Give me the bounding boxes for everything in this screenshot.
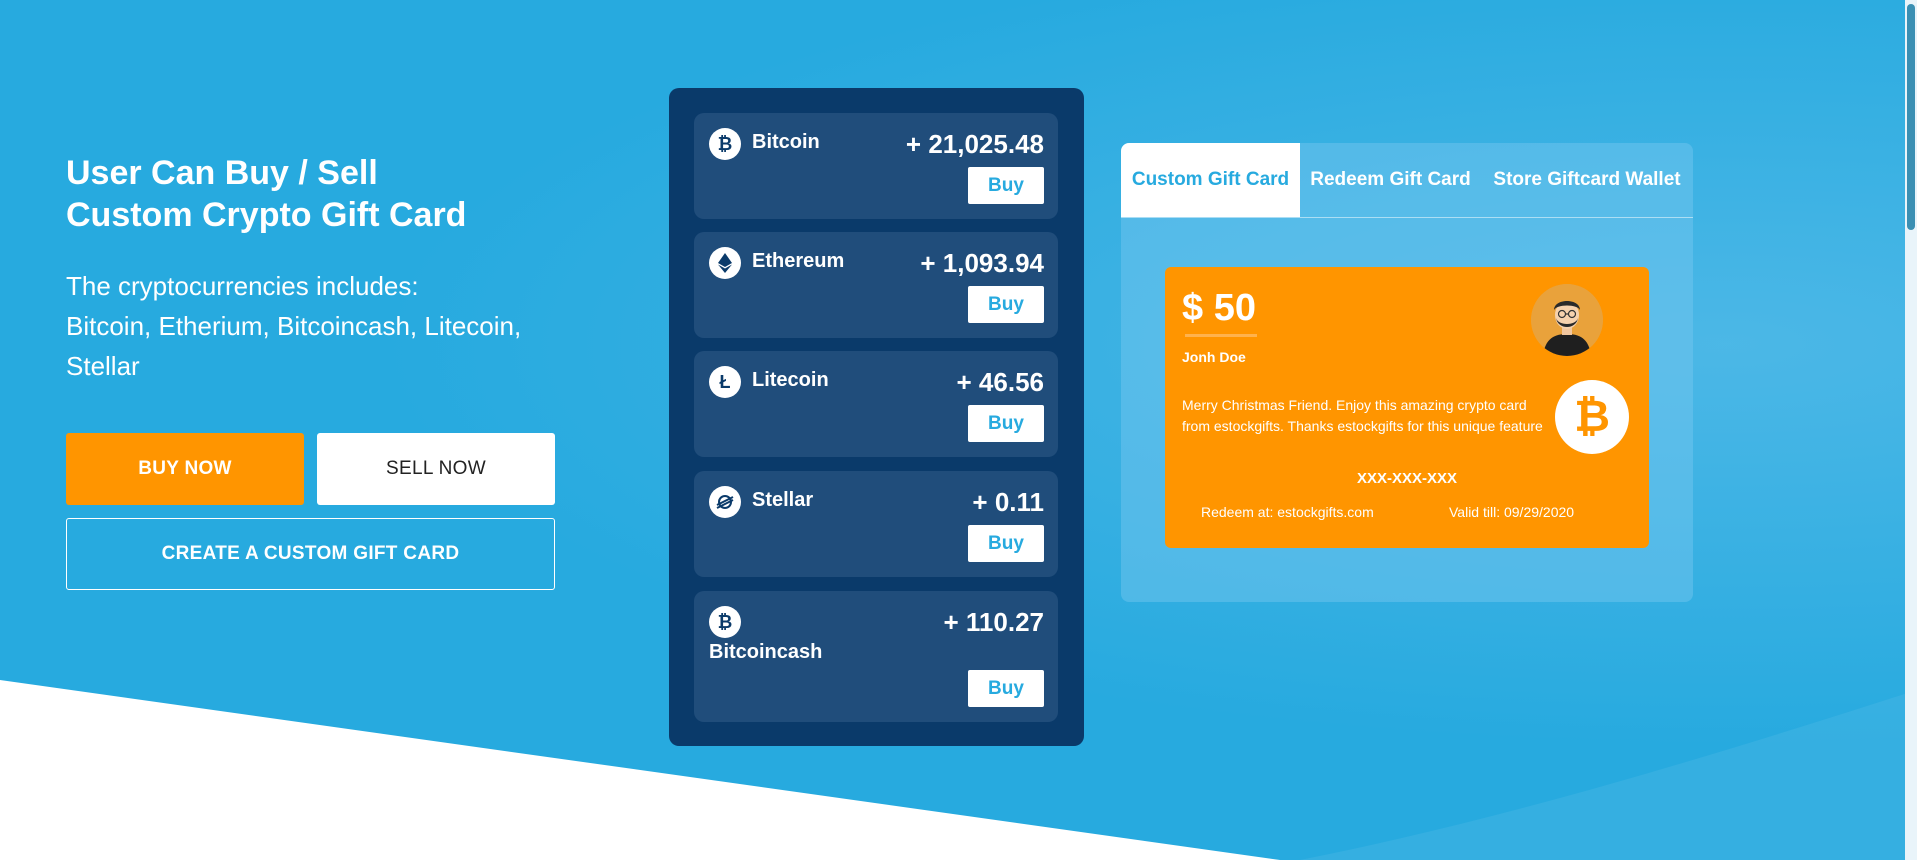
tab-redeem-gift-card[interactable]: Redeem Gift Card (1300, 143, 1481, 217)
amount-underline (1185, 334, 1257, 337)
sell-now-button[interactable]: SELL NOW (317, 433, 555, 505)
create-custom-gift-card-button[interactable]: CREATE A CUSTOM GIFT CARD (66, 518, 555, 590)
buy-stellar-button[interactable]: Buy (968, 525, 1044, 562)
coin-value: + 21,025.48 (905, 129, 1044, 159)
stellar-icon (709, 486, 741, 518)
coin-card-bitcoin: ₿ Bitcoin + 21,025.48 Buy (694, 113, 1058, 219)
gift-card-amount: $ 50 (1182, 287, 1256, 329)
tab-custom-gift-card[interactable]: Custom Gift Card (1121, 143, 1300, 217)
litecoin-icon: Ł (709, 366, 741, 398)
coin-value: + 1,093.94 (920, 248, 1044, 278)
coin-name: Litecoin (752, 369, 829, 391)
hero-text: User Can Buy / Sell Custom Crypto Gift C… (66, 152, 566, 386)
coin-name: Stellar (752, 489, 814, 511)
coin-value: + 46.56 (956, 367, 1044, 397)
coin-name: Bitcoincash (709, 641, 823, 663)
coin-card-stellar: Stellar + 0.11 Buy (694, 471, 1058, 577)
bitcoin-badge-icon: ₿ (1555, 380, 1629, 454)
ethereum-icon (709, 247, 741, 279)
gift-card-holder: Jonh Doe (1182, 349, 1246, 365)
bitcoin-icon: ₿ (709, 128, 741, 160)
scrollbar[interactable] (1905, 0, 1917, 860)
coin-card-litecoin: Ł Litecoin + 46.56 Buy (694, 351, 1058, 457)
crypto-price-panel: ₿ Bitcoin + 21,025.48 Buy Ethereum + 1,0… (669, 88, 1084, 746)
tab-store-giftcard-wallet[interactable]: Store Giftcard Wallet (1481, 143, 1693, 217)
coin-value: + 110.27 (943, 607, 1045, 637)
buy-ethereum-button[interactable]: Buy (968, 286, 1044, 323)
gift-card-preview: $ 50 Jonh Doe Merry Christmas Friend. En… (1165, 267, 1649, 548)
gift-card-message: Merry Christmas Friend. Enjoy this amazi… (1182, 397, 1543, 434)
hero-title: User Can Buy / Sell Custom Crypto Gift C… (66, 154, 467, 234)
buy-bitcoin-button[interactable]: Buy (968, 167, 1044, 204)
coin-value: + 0.11 (972, 487, 1044, 517)
buy-bitcoincash-button[interactable]: Buy (968, 670, 1044, 707)
gift-card-redeem-info: Redeem at: estockgifts.com (1201, 504, 1374, 520)
hero-subtitle: The cryptocurrencies includes: Bitcoin, … (66, 271, 522, 381)
coin-name: Bitcoin (752, 131, 820, 153)
scrollbar-thumb[interactable] (1907, 4, 1915, 230)
coin-name: Ethereum (752, 250, 845, 272)
buy-now-button[interactable]: BUY NOW (66, 433, 304, 505)
bitcoincash-icon: ₿ (709, 606, 741, 638)
gift-card-code: XXX-XXX-XXX (1356, 470, 1458, 487)
avatar-icon (1531, 284, 1603, 356)
coin-card-ethereum: Ethereum + 1,093.94 Buy (694, 232, 1058, 338)
buy-litecoin-button[interactable]: Buy (968, 405, 1044, 442)
gift-card-valid-date: Valid till: 09/29/2020 (1449, 504, 1575, 520)
gift-card-tabs: Custom Gift Card Redeem Gift Card Store … (1121, 143, 1693, 218)
gift-card-widget: Custom Gift Card Redeem Gift Card Store … (1121, 143, 1693, 602)
coin-card-bitcoincash: ₿ Bitcoincash + 110.27 Buy (694, 591, 1058, 722)
